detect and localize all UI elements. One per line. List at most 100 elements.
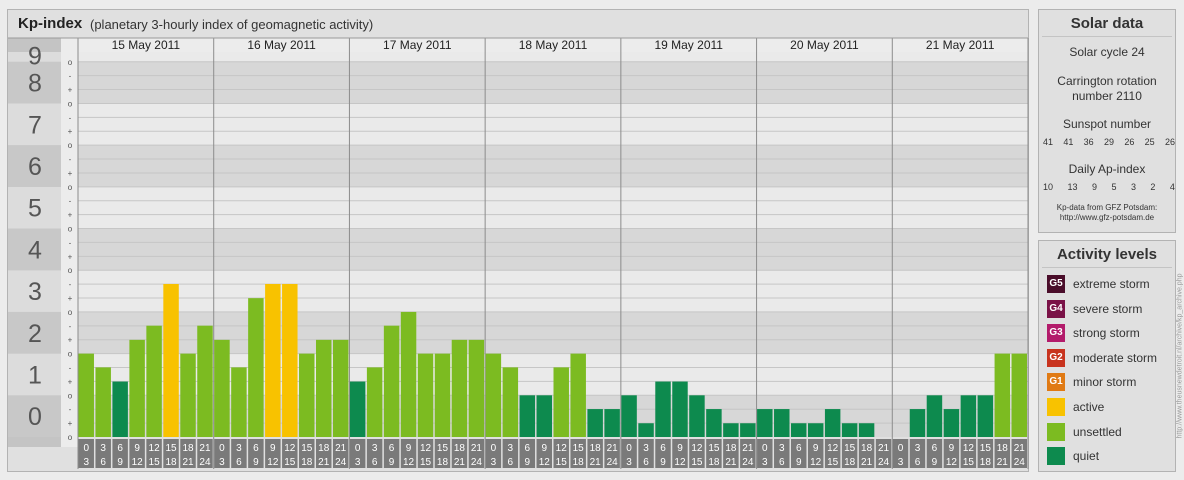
hour-label-start: 3 [508,443,514,454]
sunspot-value-0: 41 [1043,137,1054,147]
sunspot-value-4: 26 [1124,137,1135,147]
hour-label-start: 18 [454,443,466,454]
y-tick-label-5: 5 [28,195,42,223]
hour-label-start: 9 [406,443,412,454]
minor-tick-label: + [68,211,73,220]
hour-label-start: 3 [236,443,242,454]
ap-value-0: 10 [1043,182,1054,192]
legend-item-severe-storm: G4 severe storm [1047,299,1143,318]
y-tick-label-6: 6 [28,153,42,181]
sunspot-value-2: 36 [1083,137,1094,147]
kp-bar-4-4 [689,395,705,437]
kp-bar-5-1 [774,409,790,437]
hour-label-start: 0 [762,443,768,454]
hour-label-start: 3 [915,443,921,454]
hour-label-start: 21 [471,443,483,454]
hour-label-start: 18 [318,443,330,454]
legend-label: minor storm [1073,375,1137,390]
y-tick-label-3: 3 [28,278,42,306]
minor-tick-label: - [69,197,72,206]
kp-bar-5-3 [807,423,824,437]
level-band-7 [78,103,1028,146]
y-tick-label-9: 9 [28,43,42,71]
kp-bar-1-2 [248,298,264,437]
y-tick-label-1: 1 [28,361,42,389]
kp-chart: 0123456789o+-o+-o+-o+-o+-o+-o+-o+-o+-o15… [8,37,1029,469]
kp-bar-3-5 [570,353,586,437]
kp-bar-1-4 [282,283,298,437]
kp-bar-4-0 [621,395,637,437]
minor-tick-label: + [68,294,73,303]
legend-swatch [1047,447,1065,466]
minor-tick-label: o [68,391,73,400]
minor-tick-label: o [68,99,73,108]
hour-label-start: 21 [199,443,211,454]
hour-label-start: 12 [420,443,432,454]
hour-label-end: 12 [267,457,279,468]
sunspot-value-6: 26 [1164,137,1175,147]
hour-label-start: 9 [813,443,819,454]
ap-value-3: 5 [1111,182,1117,192]
hour-label-end: 3 [898,457,904,468]
level-band-3 [78,270,1028,312]
hour-label-start: 21 [607,443,619,454]
hour-label-end: 3 [355,457,361,468]
hour-label-start: 0 [491,443,497,454]
day-label-4: 19 May 2011 [654,38,723,52]
hour-label-end: 18 [980,457,992,468]
legend-item-unsettled: unsettled [1047,422,1122,441]
kp-bar-3-4 [553,367,569,437]
hour-label-end: 9 [389,457,395,468]
minor-tick-label: o [68,350,73,359]
minor-tick-label: - [69,405,72,414]
day-label-1: 16 May 2011 [247,38,316,52]
kp-bar-5-4 [824,409,841,437]
kp-bar-1-1 [231,367,247,437]
activity-levels-title: Activity levels [1042,241,1172,268]
minor-tick-label: + [68,86,73,95]
carrington-rotation: Carrington rotation number 2110 [1057,74,1157,103]
legend-label: strong storm [1073,326,1140,341]
hour-label-end: 12 [539,457,551,468]
legend-label: severe storm [1073,301,1143,316]
kp-bar-6-4 [960,395,977,437]
hour-label-end: 21 [997,457,1009,468]
kp-bar-3-2 [519,395,536,437]
hour-label-end: 9 [253,457,259,468]
hour-label-end: 3 [762,457,768,468]
sunspot-value-1: 41 [1063,137,1074,147]
minor-tick-label: + [68,336,73,345]
hour-label-start: 3 [372,443,378,454]
hour-label-start: 21 [1014,443,1026,454]
minor-tick-label: - [69,72,72,81]
sunspot-values: 41 41 36 29 26 25 26 [1043,137,1175,147]
hour-label-end: 21 [590,457,602,468]
minor-tick-label: o [68,308,73,317]
hour-label-end: 3 [83,457,89,468]
ap-value-4: 3 [1130,182,1136,192]
hour-label-start: 6 [253,443,259,454]
kp-bar-6-5 [977,395,994,437]
level-band-9 [78,52,1028,62]
hour-label-end: 12 [674,457,686,468]
legend-item-moderate-storm: G2 moderate storm [1047,348,1158,367]
hour-label-end: 6 [915,457,921,468]
hour-label-end: 3 [219,457,225,468]
hour-label-start: 15 [437,443,449,454]
hour-label-start: 15 [708,443,720,454]
kp-bar-0-3 [129,339,145,437]
kp-bar-5-0 [757,409,773,437]
minor-tick-label: - [69,238,72,247]
hour-label-start: 15 [573,443,585,454]
hour-label-end: 3 [491,457,497,468]
minor-tick-label: + [68,377,73,386]
kp-bar-5-2 [791,423,807,437]
solar-data-panel: Solar data Solar cycle 24 Carrington rot… [1038,9,1176,233]
kp-bar-2-6 [451,339,468,437]
solar-data-title: Solar data [1042,10,1172,37]
hour-label-end: 24 [199,457,211,468]
legend-label: moderate storm [1073,350,1158,365]
kp-bar-2-3 [400,311,417,437]
ap-value-5: 2 [1150,182,1156,192]
kp-bar-5-5 [841,423,858,437]
